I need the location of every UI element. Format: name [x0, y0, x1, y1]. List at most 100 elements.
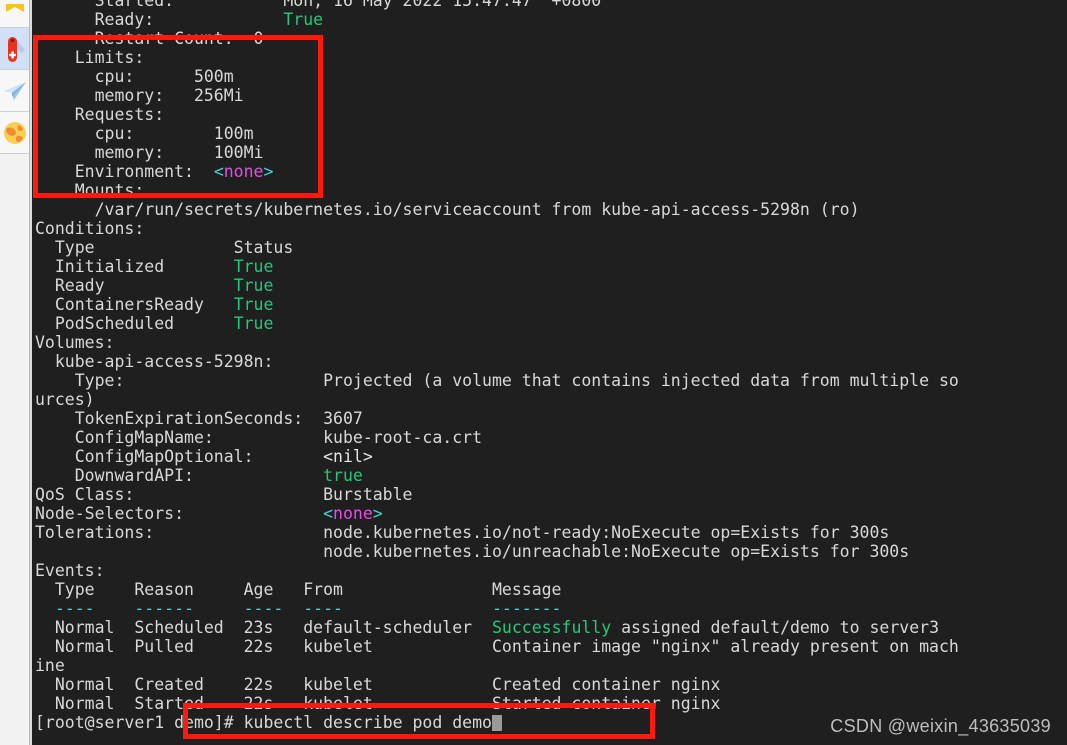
terminal-text: true — [323, 466, 363, 485]
terminal-text: < — [323, 504, 334, 523]
terminal-text: Requests: — [35, 105, 165, 124]
terminal-text: QoS Class: Burstable — [35, 485, 413, 504]
terminal-line: Type Status — [35, 238, 1065, 257]
terminal-text: Normal Started 22s kubelet Started conta… — [35, 694, 721, 713]
dock-item-browser[interactable] — [0, 112, 29, 154]
terminal-line: Requests: — [35, 105, 1065, 124]
terminal-text: Events: — [35, 561, 105, 580]
terminal-text: Initialized — [35, 257, 234, 276]
paper-plane-icon — [2, 80, 28, 102]
terminal-text: Restart Count: 0 — [35, 29, 264, 48]
terminal-text: Started: Mon, 16 May 2022 15:47:47 +0800 — [35, 0, 602, 10]
terminal-line: Restart Count: 0 — [35, 29, 1065, 48]
dock-item-tools[interactable] — [0, 28, 29, 70]
terminal-line: Started: Mon, 16 May 2022 15:47:47 +0800 — [35, 0, 1065, 10]
terminal-line: memory: 100Mi — [35, 143, 1065, 162]
terminal-line: urces) — [35, 390, 1065, 409]
terminal-line: ---- ------ ---- ---- ------- — [35, 599, 1065, 618]
terminal-text: True — [283, 10, 324, 29]
terminal-text: none — [223, 162, 264, 181]
terminal-text: Volumes: — [35, 333, 115, 352]
terminal-text: ConfigMapOptional: — [35, 447, 324, 466]
terminal-line: Type: Projected (a volume that contains … — [35, 371, 1065, 390]
terminal-text: /var/run/secrets/kubernetes.io/serviceac… — [35, 200, 860, 219]
terminal-line: Tolerations: node.kubernetes.io/not-read… — [35, 523, 1065, 542]
terminal-line: /var/run/secrets/kubernetes.io/serviceac… — [35, 200, 1065, 219]
terminal-line: Volumes: — [35, 333, 1065, 352]
terminal-line: Normal Scheduled 23s default-scheduler S… — [35, 618, 1065, 637]
terminal-text: True — [233, 295, 274, 314]
terminal-text: Type Reason Age From Message — [35, 580, 562, 599]
terminal-line: Mounts: — [35, 181, 1065, 200]
dock-item-bookmark[interactable] — [0, 0, 29, 28]
terminal-text: ConfigMapName: kube-root-ca.crt — [35, 428, 483, 447]
terminal-line: ConfigMapOptional: <nil> — [35, 447, 1065, 466]
terminal-line: Conditions: — [35, 219, 1065, 238]
terminal-text: < — [213, 162, 224, 181]
terminal-text: True — [233, 276, 274, 295]
terminal-text: > — [263, 162, 274, 181]
terminal-text: Tolerations: node.kubernetes.io/not-read… — [35, 523, 890, 542]
terminal-text: Successfully — [491, 618, 612, 637]
terminal-text: DownwardAPI: — [35, 466, 324, 485]
terminal-text: ine — [35, 656, 65, 675]
terminal-text: Node-Selectors: — [35, 504, 324, 523]
terminal-line: TokenExpirationSeconds: 3607 — [35, 409, 1065, 428]
terminal-text: ContainersReady — [35, 295, 234, 314]
screen-root: Started: Mon, 16 May 2022 15:47:47 +0800… — [0, 0, 1067, 745]
terminal-text: Ready — [35, 276, 234, 295]
terminal-line: memory: 256Mi — [35, 86, 1065, 105]
terminal-text: ---- ------ ---- ---- ------- — [35, 599, 562, 618]
terminal-line: kube-api-access-5298n: — [35, 352, 1065, 371]
terminal-line: Normal Pulled 22s kubelet Container imag… — [35, 637, 1065, 656]
terminal-line: ConfigMapName: kube-root-ca.crt — [35, 428, 1065, 447]
terminal-text: node.kubernetes.io/unreachable:NoExecute… — [35, 542, 910, 561]
terminal-line: cpu: 500m — [35, 67, 1065, 86]
terminal-text: assigned default/demo to server3 — [611, 618, 940, 637]
terminal-line: Ready True — [35, 276, 1065, 295]
globe-icon — [3, 121, 27, 145]
terminal-output: Started: Mon, 16 May 2022 15:47:47 +0800… — [35, 0, 1065, 732]
terminal-text: TokenExpirationSeconds: 3607 — [35, 409, 363, 428]
terminal-text: Normal Scheduled 23s default-scheduler — [35, 618, 492, 637]
terminal-text: Normal Created 22s kubelet Created conta… — [35, 675, 721, 694]
terminal-line: Normal Started 22s kubelet Started conta… — [35, 694, 1065, 713]
terminal-text: urces) — [35, 390, 95, 409]
terminal-line: Normal Created 22s kubelet Created conta… — [35, 675, 1065, 694]
terminal-line: Ready: True — [35, 10, 1065, 29]
dock-item-send[interactable] — [0, 70, 29, 112]
terminal-text: Type Status — [35, 238, 294, 257]
terminal-text: Ready: — [35, 10, 284, 29]
terminal-text: memory: 100Mi — [35, 143, 264, 162]
prompt-user-host: [root@server1 demo]# — [35, 713, 244, 732]
terminal-text: <nil> — [323, 447, 373, 466]
terminal-line: Node-Selectors: <none> — [35, 504, 1065, 523]
watermark-text: CSDN @weixin_43635039 — [830, 716, 1051, 736]
terminal-window[interactable]: Started: Mon, 16 May 2022 15:47:47 +0800… — [30, 0, 1067, 745]
terminal-line: node.kubernetes.io/unreachable:NoExecute… — [35, 542, 1065, 561]
terminal-text: Limits: — [35, 48, 145, 67]
terminal-text: Type: Projected (a volume that contains … — [35, 371, 959, 390]
terminal-text: > — [372, 504, 383, 523]
app-dock-sidebar — [0, 0, 30, 745]
bookmark-icon — [4, 3, 26, 24]
terminal-text: Conditions: — [35, 219, 145, 238]
terminal-line: Initialized True — [35, 257, 1065, 276]
terminal-text: none — [333, 504, 373, 523]
terminal-text: cpu: 500m — [35, 67, 234, 86]
terminal-line: PodScheduled True — [35, 314, 1065, 333]
terminal-line: cpu: 100m — [35, 124, 1065, 143]
terminal-text: Normal Pulled 22s kubelet Container imag… — [35, 637, 959, 656]
terminal-line: Environment: <none> — [35, 162, 1065, 181]
terminal-cursor — [491, 715, 502, 731]
terminal-text: True — [233, 257, 274, 276]
terminal-text: True — [233, 314, 274, 333]
terminal-line: DownwardAPI: true — [35, 466, 1065, 485]
terminal-line: QoS Class: Burstable — [35, 485, 1065, 504]
terminal-line: ContainersReady True — [35, 295, 1065, 314]
terminal-line: Type Reason Age From Message — [35, 580, 1065, 599]
terminal-text: PodScheduled — [35, 314, 234, 333]
terminal-text: Environment: — [35, 162, 214, 181]
terminal-text: memory: 256Mi — [35, 86, 244, 105]
prompt-command-text: kubectl describe pod demo — [243, 713, 492, 732]
